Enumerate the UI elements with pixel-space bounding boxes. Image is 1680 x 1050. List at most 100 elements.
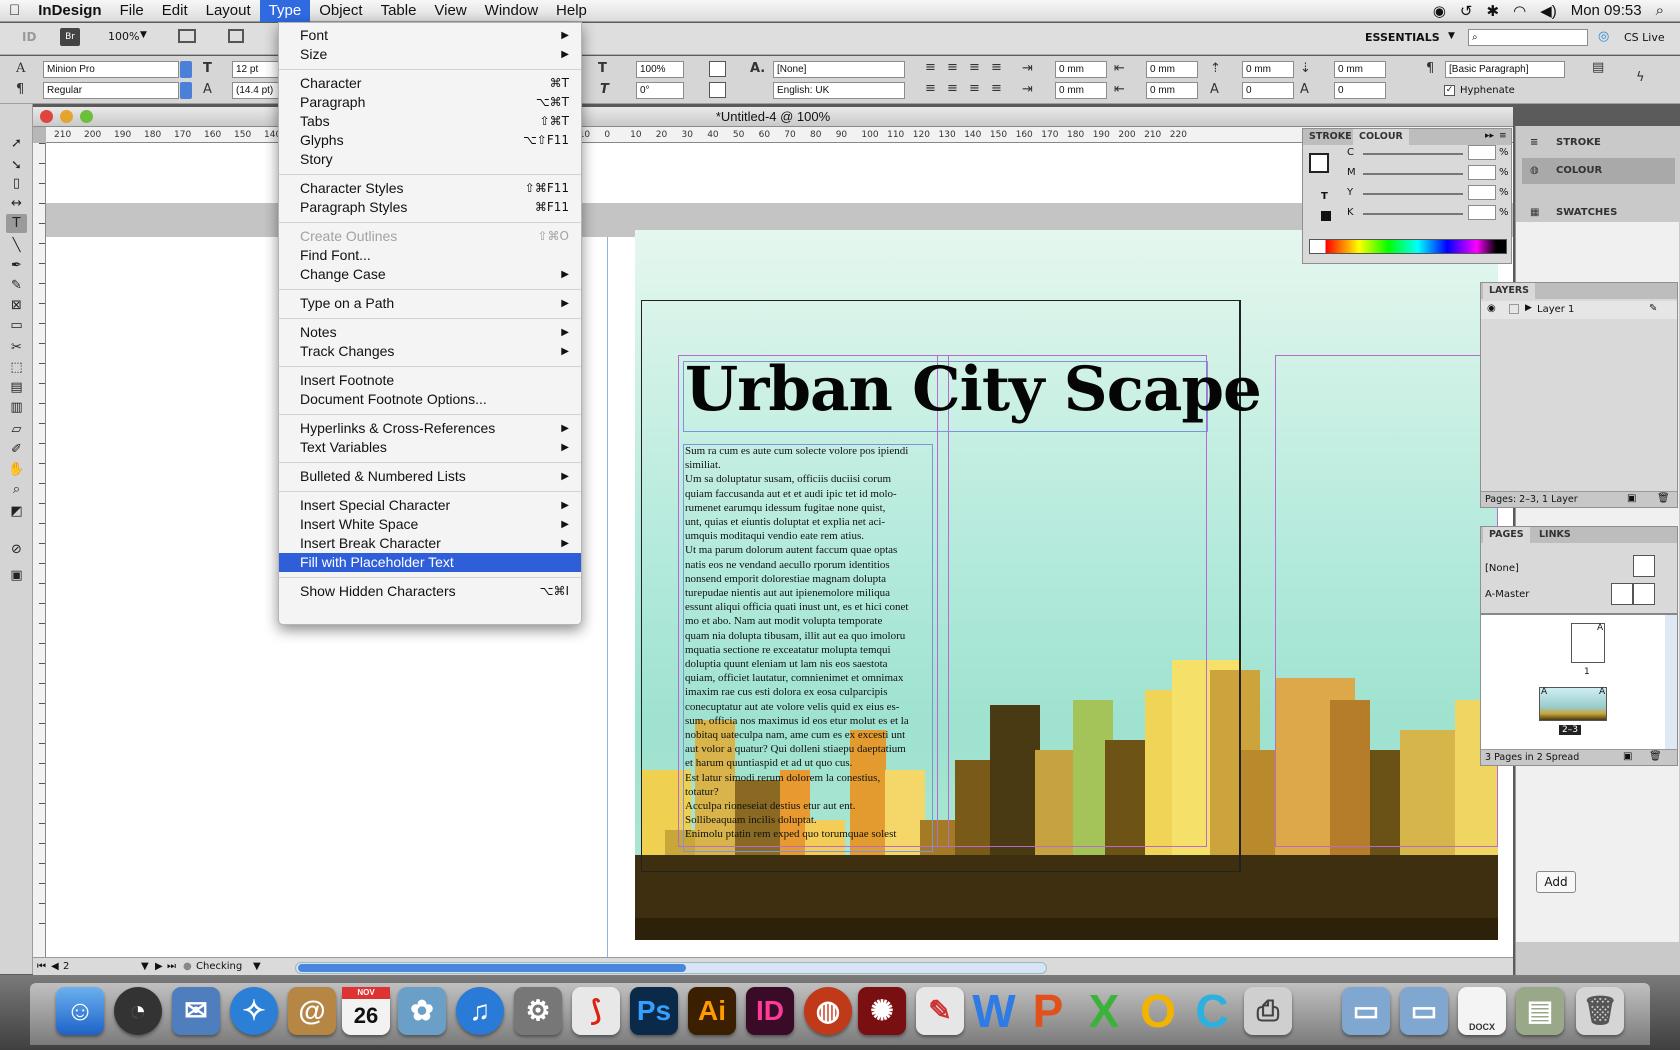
paragraph-mode-icon[interactable]: ¶ (16, 82, 24, 97)
left-indent-field[interactable]: 0 mm (1055, 61, 1107, 78)
type-menu-item[interactable]: Track Changes ▶ (279, 342, 581, 361)
acrobat-distiller-icon[interactable]: ✺ (858, 987, 906, 1035)
safari-icon[interactable]: ✧ (230, 987, 278, 1035)
character-style-field[interactable]: [None] (773, 61, 905, 78)
delete-layer-icon[interactable]: 🗑 (1657, 493, 1670, 504)
zoom-tool-icon[interactable]: ⌕ (6, 480, 27, 499)
panel-options-icon[interactable]: ▤ (1592, 60, 1604, 75)
font-style-field[interactable]: Regular (43, 82, 179, 99)
pages-list[interactable]: A 1 A A 2–3 (1481, 615, 1665, 749)
last-line-indent-field[interactable]: 0 mm (1146, 82, 1198, 99)
type-menu-item[interactable]: Insert White Space ▶ (279, 515, 581, 534)
wifi-icon[interactable]: ◠ (1513, 2, 1526, 20)
textedit-icon[interactable]: ✎ (916, 987, 964, 1035)
gap-tool-icon[interactable]: ↔ (6, 194, 27, 213)
font-style-dropdown-icon[interactable] (180, 82, 192, 99)
apple-icon[interactable]:  (0, 0, 29, 22)
fill-stroke-icon[interactable]: ◩ (6, 502, 27, 521)
type-menu-item[interactable]: Tabs ⇧⌘T (279, 112, 581, 131)
a-master[interactable]: A-Master (1485, 589, 1529, 600)
hyphenate-checkbox[interactable]: ✓ (1444, 85, 1455, 96)
type-menu-item[interactable]: Size ▶ (279, 45, 581, 64)
drop-cap-lines-field[interactable]: 0 (1242, 82, 1294, 99)
justify-center-icon[interactable]: ≡ (947, 81, 958, 96)
slider-k[interactable] (1363, 213, 1463, 215)
type-menu-item[interactable]: Notes ▶ (279, 323, 581, 342)
calendar-icon[interactable]: NOV 26 (342, 987, 390, 1035)
a-master-left-thumb[interactable] (1611, 583, 1633, 605)
placeholder-body-text[interactable]: Sum ra cum es aute cum solecte volore po… (685, 444, 931, 842)
pen-tool-icon[interactable]: ✒ (6, 256, 27, 275)
app-menu[interactable]: InDesign (29, 0, 110, 22)
itunes-icon[interactable]: ♫ (456, 987, 504, 1035)
menu-table[interactable]: Table (372, 0, 426, 22)
type-menu-item[interactable]: Bulleted & Numbered Lists ▶ (279, 467, 581, 486)
menu-view[interactable]: View (425, 0, 475, 22)
gradient-swatch-tool-icon[interactable]: ▤ (6, 378, 27, 397)
direct-selection-tool-icon[interactable]: ➘ (6, 156, 27, 175)
folder-icon[interactable]: ▭ (1400, 987, 1448, 1035)
folder-icon[interactable]: ▭ (1342, 987, 1390, 1035)
finder-icon[interactable]: ☺ (56, 987, 104, 1035)
first-page-icon[interactable]: ⏮ (37, 961, 46, 972)
docx-file-icon[interactable]: DOCX (1458, 987, 1506, 1035)
align-center-icon[interactable]: ≡ (947, 60, 958, 75)
horizontal-ruler[interactable]: 2102001901801701601501402010010203040506… (46, 127, 1513, 143)
align-right-icon[interactable]: ≡ (969, 60, 980, 75)
type-menu-item[interactable]: Text Variables ▶ (279, 438, 581, 457)
type-menu-item[interactable]: Hyperlinks & Cross-References ▶ (279, 419, 581, 438)
type-menu-item[interactable]: Find Font... (279, 246, 581, 265)
pencil-tool-icon[interactable]: ✎ (6, 276, 27, 295)
dashboard-icon[interactable]: ◔ (114, 987, 162, 1035)
slider-c[interactable] (1363, 153, 1463, 155)
apply-colour-icon[interactable] (1321, 211, 1331, 221)
tab-layers[interactable]: LAYERS (1483, 283, 1536, 299)
type-menu-item[interactable]: Insert Special Character ▶ (279, 496, 581, 515)
menu-layout[interactable]: Layout (197, 0, 260, 22)
justify-right-icon[interactable]: ≡ (969, 81, 980, 96)
last-page-icon[interactable]: ⏭ (167, 961, 176, 972)
right-indent-field[interactable]: 0 mm (1146, 61, 1198, 78)
slider-y[interactable] (1363, 193, 1463, 195)
dock-stroke[interactable]: ≡ STROKE (1522, 130, 1675, 156)
stack-icon[interactable]: ▤ (1516, 987, 1564, 1035)
mail-icon[interactable]: ✉ (172, 987, 220, 1035)
tab-pages[interactable]: PAGES (1483, 527, 1530, 543)
justify-left-icon[interactable]: ≡ (925, 81, 936, 96)
eyedropper-tool-icon[interactable]: ✐ (6, 440, 27, 459)
sync-icon[interactable]: ◉ (1433, 2, 1446, 20)
menu-help[interactable]: Help (547, 0, 596, 22)
menu-edit[interactable]: Edit (153, 0, 197, 22)
minimize-icon[interactable] (60, 110, 73, 123)
tab-links[interactable]: LINKS (1533, 527, 1577, 543)
type-menu-item[interactable]: Fill with Placeholder Text (279, 553, 581, 572)
excel-icon[interactable]: X (1080, 987, 1128, 1035)
bridge-icon[interactable]: Br (60, 28, 80, 46)
drop-cap-chars-field[interactable]: 0 (1334, 82, 1386, 99)
add-button[interactable]: Add (1536, 871, 1576, 893)
k-value-field[interactable] (1468, 205, 1496, 220)
stroke-swatch-none-icon[interactable] (709, 82, 726, 98)
delete-page-icon[interactable]: 🗑 (1649, 751, 1662, 762)
y-value-field[interactable] (1468, 185, 1496, 200)
collapse-panel-icon[interactable]: ▸▸ (1485, 131, 1494, 141)
zoom-icon[interactable] (80, 110, 93, 123)
layer-row[interactable]: ◉ ▶ Layer 1 ✎ (1481, 301, 1677, 319)
cs-live-icon[interactable]: ◎ (1598, 29, 1609, 44)
none-master[interactable]: [None] (1485, 563, 1519, 574)
page-dropdown-icon[interactable]: ▼ (141, 961, 149, 972)
type-menu-item[interactable]: Character ⌘T (279, 74, 581, 93)
type-menu-item[interactable]: Show Hidden Characters ⌥⌘I (279, 582, 581, 601)
expand-layer-icon[interactable]: ▶ (1525, 303, 1532, 313)
layer-name[interactable]: Layer 1 (1537, 304, 1574, 315)
address-book-icon[interactable]: @ (288, 987, 336, 1035)
none-master-thumb[interactable] (1633, 555, 1655, 577)
first-line-indent-field[interactable]: 0 mm (1055, 82, 1107, 99)
rectangle-tool-icon[interactable]: ▭ (6, 316, 27, 335)
preflight-dropdown-icon[interactable]: ▼ (253, 961, 261, 972)
communicator-icon[interactable]: C (1188, 987, 1236, 1035)
type-menu-item[interactable]: Glyphs ⌥⇧F11 (279, 131, 581, 150)
scroll-thumb[interactable] (298, 964, 686, 972)
zoom-dropdown-icon[interactable]: ▼ (140, 30, 147, 40)
align-left-icon[interactable]: ≡ (925, 60, 936, 75)
